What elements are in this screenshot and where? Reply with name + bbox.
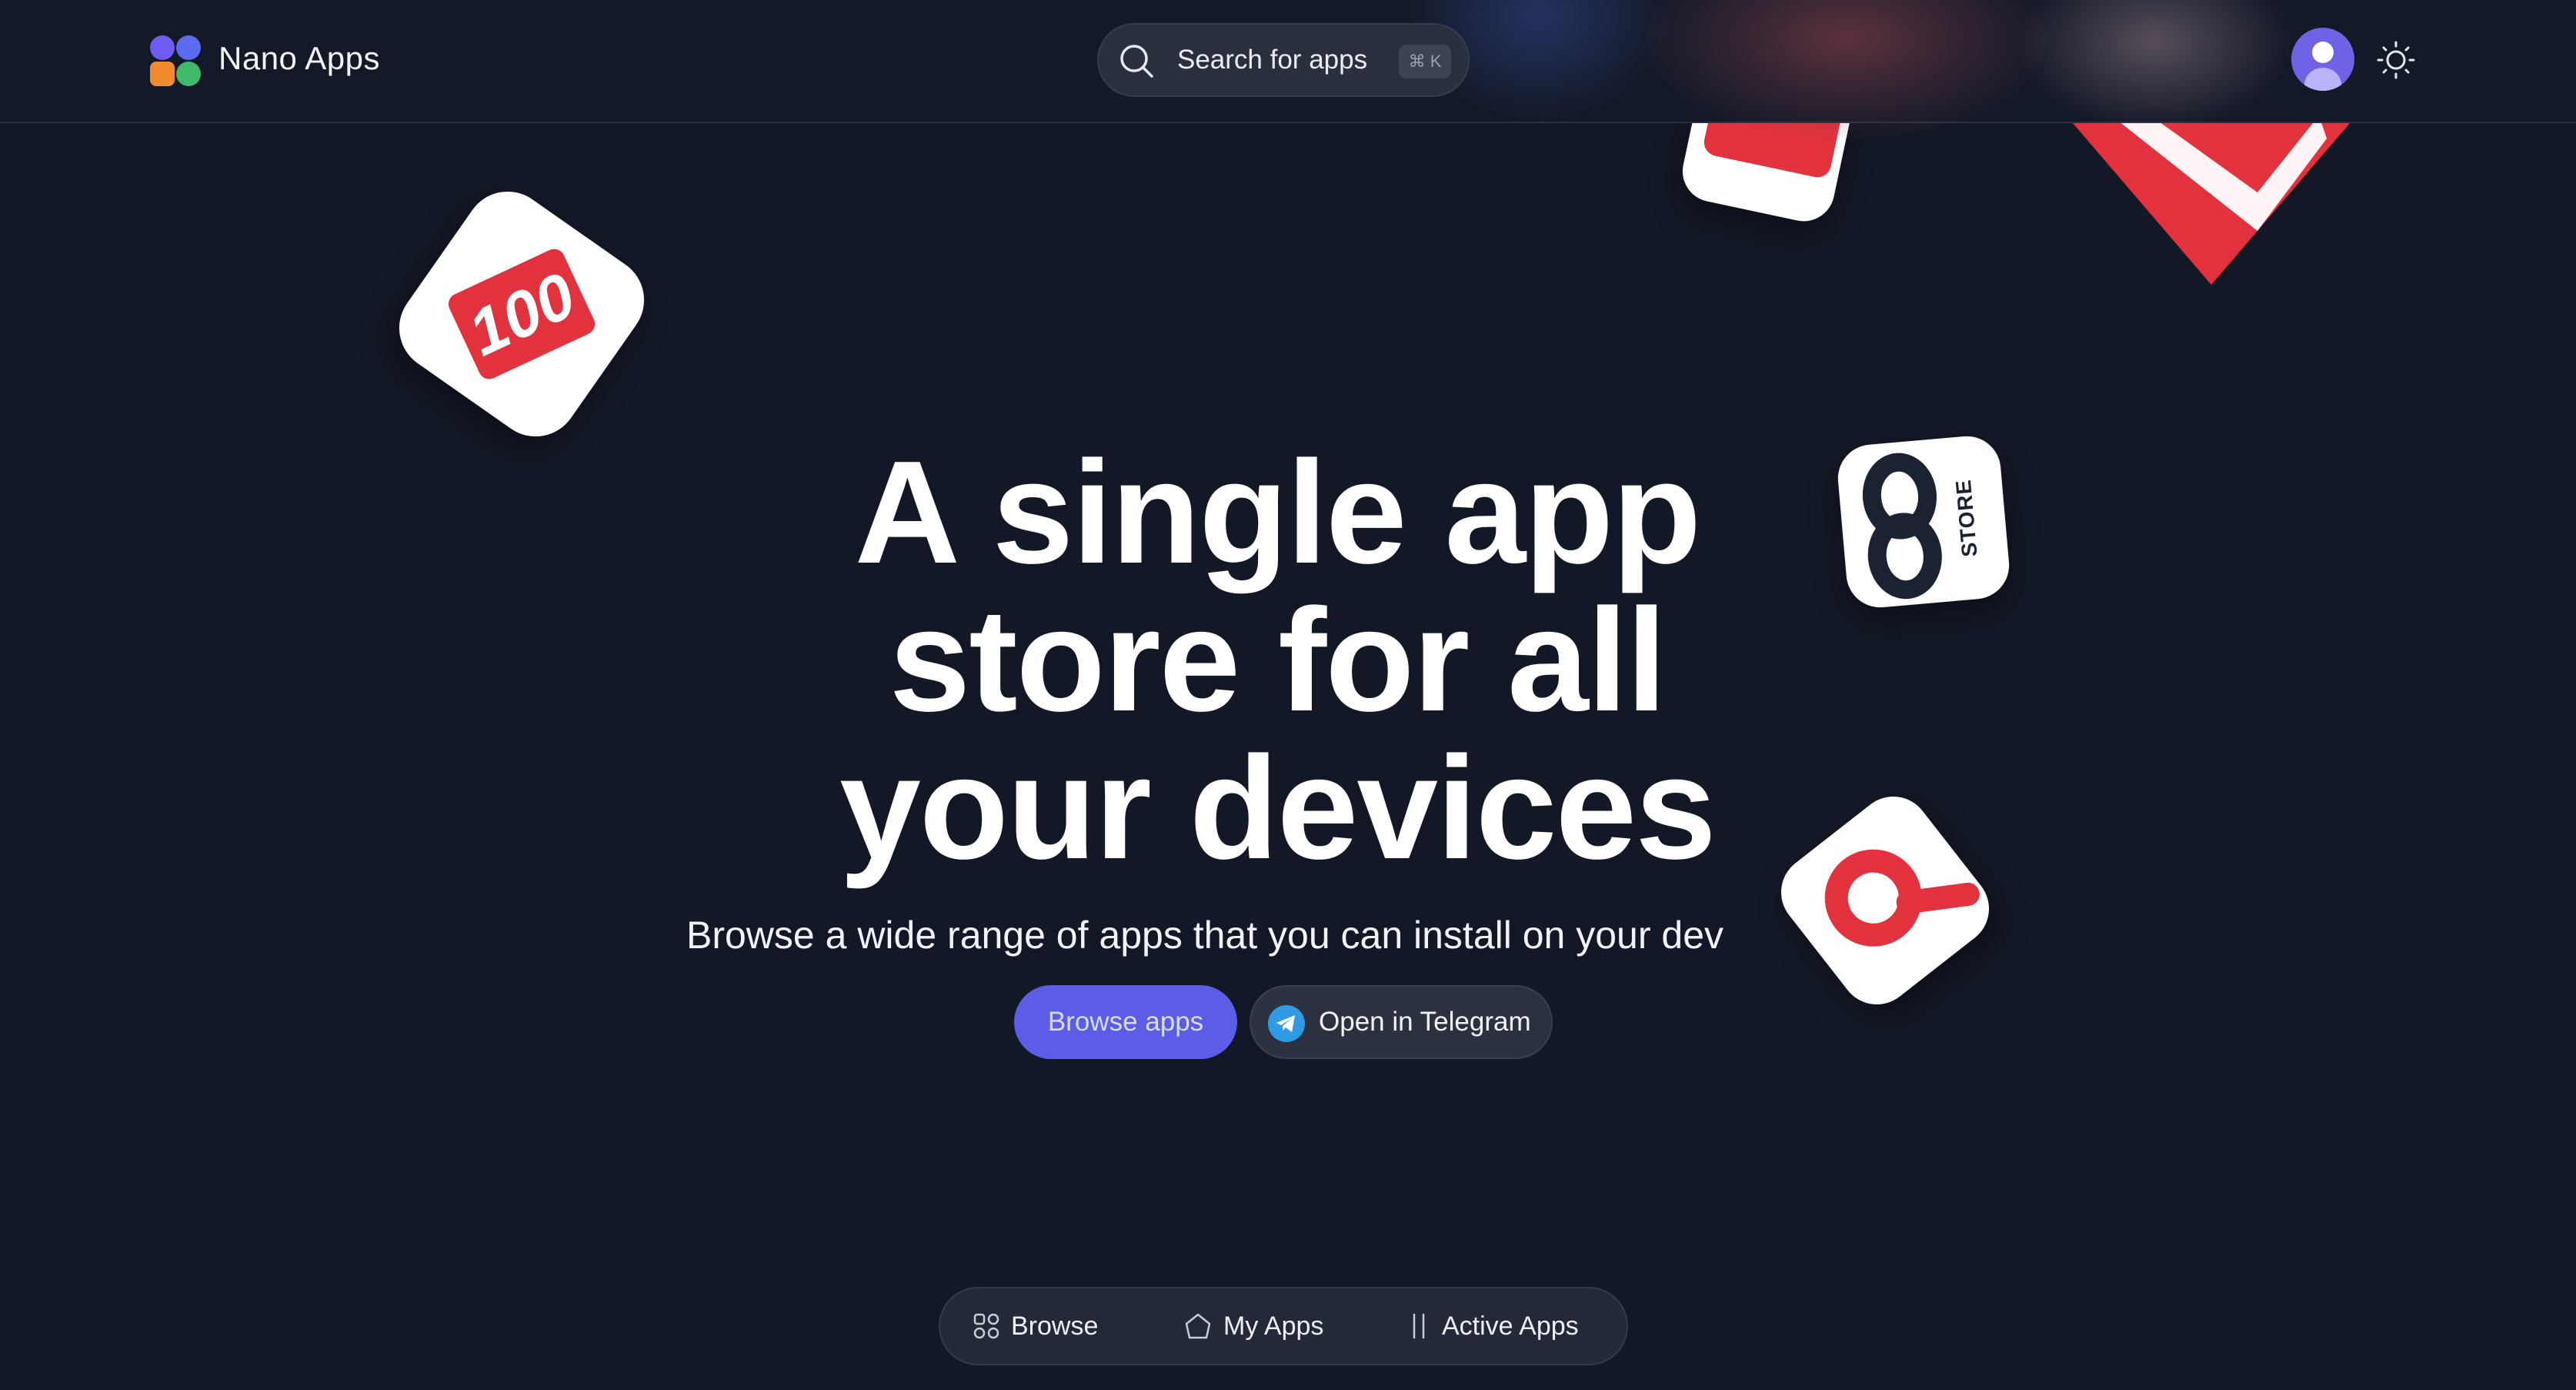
store-app-tile: STORE — [1835, 433, 2012, 610]
search-shortcut-badge: ⌘ K — [1399, 45, 1451, 79]
hero-subtitle: Browse a wide range of apps that you can… — [686, 914, 1724, 957]
sun-icon[interactable] — [2376, 40, 2416, 80]
header-glow — [2016, 0, 2293, 131]
hero-title-line: your devices — [839, 727, 1717, 890]
hero-title: A single app store for all your devices — [616, 439, 1939, 882]
hundred-label: 100 — [457, 258, 586, 370]
bottom-nav: Browse My Apps Active Apps — [939, 1287, 1628, 1365]
columns-icon — [1413, 1313, 1425, 1339]
infinity-icon — [1862, 453, 1942, 600]
hero-title-line: A single app — [854, 431, 1702, 594]
brand-name[interactable]: Nano Apps — [219, 40, 380, 77]
app-logo-icon[interactable] — [148, 34, 202, 88]
hero-title-line: store for all — [889, 579, 1667, 742]
hundred-badge: 100 — [445, 245, 599, 383]
nav-item-my-apps[interactable]: My Apps — [1183, 1288, 1323, 1364]
search-icon — [1120, 45, 1153, 78]
browse-apps-button[interactable]: Browse apps — [1014, 985, 1237, 1059]
nav-item-browse[interactable]: Browse — [973, 1288, 1098, 1364]
open-in-telegram-label: Open in Telegram — [1319, 1007, 1531, 1037]
open-in-telegram-button[interactable]: Open in Telegram — [1250, 985, 1553, 1059]
grid-icon — [973, 1313, 999, 1339]
home-icon — [1185, 1313, 1211, 1339]
nav-item-label: Active Apps — [1442, 1311, 1579, 1341]
nav-item-active-apps[interactable]: Active Apps — [1408, 1288, 1579, 1364]
user-avatar-icon[interactable] — [2291, 28, 2354, 91]
top-bar: Nano Apps Search for apps ⌘ K — [0, 0, 2576, 139]
search-bar[interactable]: Search for apps ⌘ K — [1097, 23, 1470, 97]
page: Nano Apps Search for apps ⌘ K 100 STORE … — [0, 0, 2576, 1390]
nav-item-label: Browse — [1011, 1311, 1099, 1341]
hundred-app-tile: 100 — [382, 174, 662, 454]
header-glow — [1647, 0, 2047, 139]
search-placeholder: Search for apps — [1177, 45, 1368, 75]
nav-item-label: My Apps — [1223, 1311, 1324, 1341]
telegram-icon — [1268, 1005, 1305, 1042]
